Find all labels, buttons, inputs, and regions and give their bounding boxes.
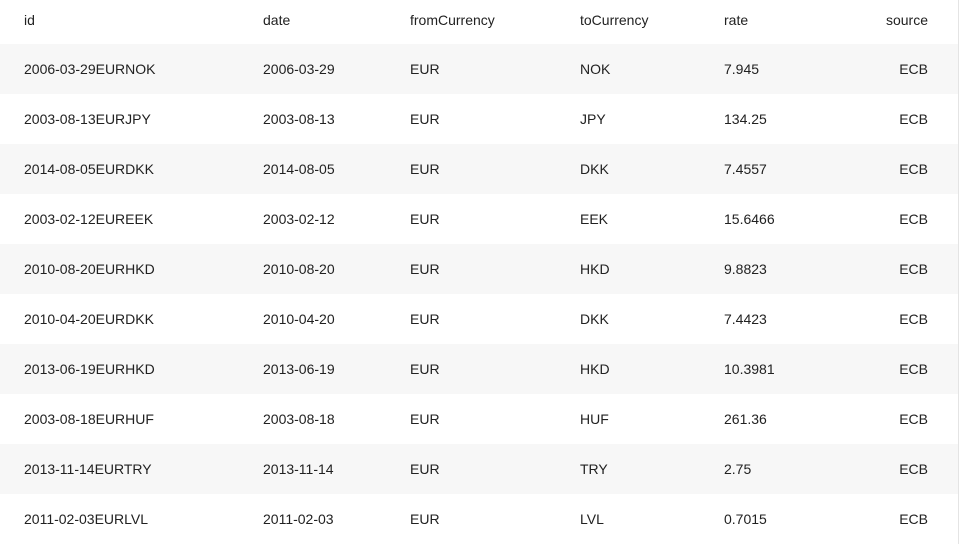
exchange-rates-table: id date fromCurrency toCurrency rate sou… [0,0,959,544]
column-header-fromcurrency[interactable]: fromCurrency [410,12,580,28]
cell-to-currency: TRY [580,461,608,477]
cell-from-currency: EUR [410,411,440,427]
column-header-rate[interactable]: rate [724,12,854,28]
cell-source: ECB [899,161,928,177]
table-row[interactable]: 2013-11-14EURTRY 2013-11-14 EUR TRY 2.75… [0,444,958,494]
cell-date: 2003-02-12 [263,211,335,227]
cell-id: 2010-04-20EURDKK [24,311,154,327]
cell-source: ECB [899,111,928,127]
cell-to-currency: JPY [580,111,606,127]
column-header-tocurrency[interactable]: toCurrency [580,12,724,28]
cell-from-currency: EUR [410,511,440,527]
cell-from-currency: EUR [410,161,440,177]
cell-id: 2010-08-20EURHKD [24,261,155,277]
cell-from-currency: EUR [410,61,440,77]
cell-from-currency: EUR [410,211,440,227]
cell-id: 2014-08-05EURDKK [24,161,154,177]
cell-from-currency: EUR [410,261,440,277]
cell-id: 2003-08-13EURJPY [24,111,151,127]
cell-source: ECB [899,511,928,527]
cell-date: 2006-03-29 [263,61,335,77]
cell-rate: 7.4423 [724,311,767,327]
table-row[interactable]: 2013-06-19EURHKD 2013-06-19 EUR HKD 10.3… [0,344,958,394]
cell-rate: 0.7015 [724,511,767,527]
cell-date: 2003-08-13 [263,111,335,127]
cell-id: 2003-08-18EURHUF [24,411,154,427]
cell-source: ECB [899,261,928,277]
cell-to-currency: NOK [580,61,611,77]
cell-source: ECB [899,211,928,227]
table-row[interactable]: 2010-08-20EURHKD 2010-08-20 EUR HKD 9.88… [0,244,958,294]
cell-from-currency: EUR [410,111,440,127]
cell-rate: 7.945 [724,61,760,77]
cell-to-currency: HUF [580,411,609,427]
cell-id: 2011-02-03EURLVL [24,511,149,527]
column-header-date[interactable]: date [263,12,410,28]
cell-rate: 2.75 [724,461,752,477]
cell-rate: 7.4557 [724,161,767,177]
cell-date: 2010-04-20 [263,311,335,327]
cell-from-currency: EUR [410,461,440,477]
cell-source: ECB [899,461,928,477]
cell-to-currency: LVL [580,511,604,527]
table-row[interactable]: 2006-03-29EURNOK 2006-03-29 EUR NOK 7.94… [0,44,958,94]
cell-to-currency: HKD [580,361,610,377]
cell-rate: 9.8823 [724,261,767,277]
cell-date: 2013-11-14 [263,461,334,477]
table-row[interactable]: 2010-04-20EURDKK 2010-04-20 EUR DKK 7.44… [0,294,958,344]
cell-date: 2003-08-18 [263,411,335,427]
column-header-source[interactable]: source [854,12,928,28]
table-row[interactable]: 2014-08-05EURDKK 2014-08-05 EUR DKK 7.45… [0,144,958,194]
table-row[interactable]: 2011-02-03EURLVL 2011-02-03 EUR LVL 0.70… [0,494,958,544]
cell-from-currency: EUR [410,361,440,377]
cell-to-currency: DKK [580,161,609,177]
cell-rate: 10.3981 [724,361,775,377]
table-header-row: id date fromCurrency toCurrency rate sou… [0,0,958,40]
cell-date: 2014-08-05 [263,161,335,177]
cell-to-currency: HKD [580,261,610,277]
cell-id: 2013-06-19EURHKD [24,361,155,377]
cell-source: ECB [899,61,928,77]
table-row[interactable]: 2003-08-18EURHUF 2003-08-18 EUR HUF 261.… [0,394,958,444]
cell-rate: 261.36 [724,411,767,427]
cell-id: 2006-03-29EURNOK [24,61,156,77]
cell-rate: 134.25 [724,111,767,127]
cell-id: 2003-02-12EUREEK [24,211,154,227]
column-header-id[interactable]: id [0,12,263,28]
cell-from-currency: EUR [410,311,440,327]
cell-date: 2010-08-20 [263,261,335,277]
cell-date: 2011-02-03 [263,511,334,527]
cell-to-currency: DKK [580,311,609,327]
cell-date: 2013-06-19 [263,361,335,377]
cell-source: ECB [899,361,928,377]
table-row[interactable]: 2003-08-13EURJPY 2003-08-13 EUR JPY 134.… [0,94,958,144]
cell-id: 2013-11-14EURTRY [24,461,152,477]
cell-source: ECB [899,311,928,327]
cell-source: ECB [899,411,928,427]
cell-rate: 15.6466 [724,211,775,227]
cell-to-currency: EEK [580,211,609,227]
table-row[interactable]: 2003-02-12EUREEK 2003-02-12 EUR EEK 15.6… [0,194,958,244]
